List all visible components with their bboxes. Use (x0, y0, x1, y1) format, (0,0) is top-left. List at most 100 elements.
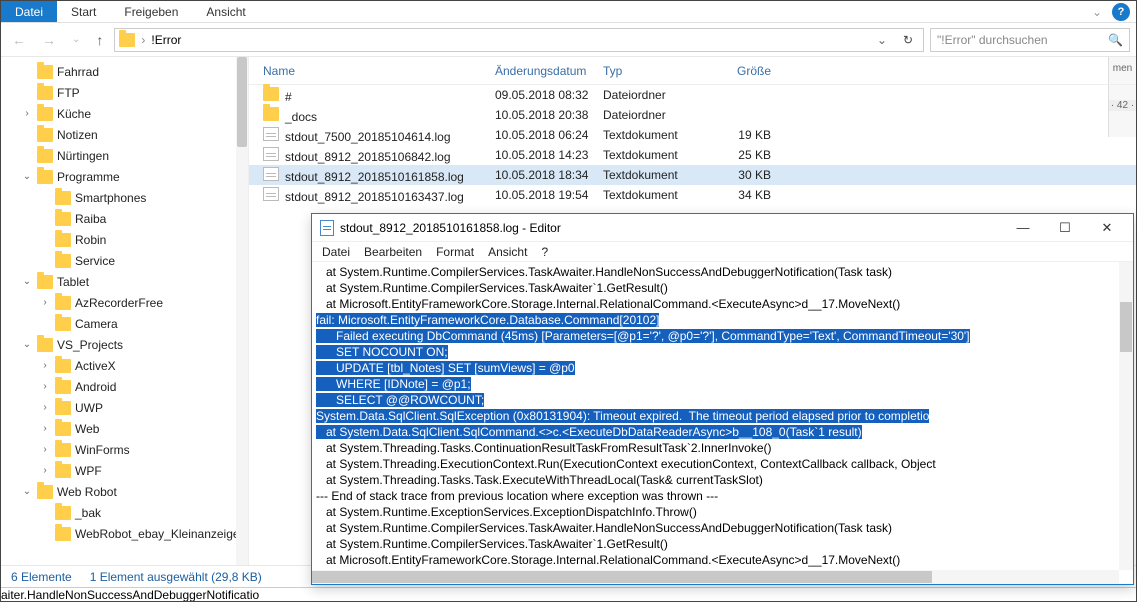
tree-item[interactable]: Notizen (1, 124, 248, 145)
tree-item[interactable]: Fahrrad (1, 61, 248, 82)
log-line: at System.Threading.ExecutionContext.Run… (316, 456, 1129, 472)
breadcrumb-folder[interactable]: !Error (151, 33, 181, 47)
expand-icon[interactable]: ⌄ (21, 171, 33, 182)
col-name[interactable]: Name (263, 64, 495, 78)
tree-item[interactable]: ⌄Tablet (1, 271, 248, 292)
tree-item[interactable]: › WinForms (1, 439, 248, 460)
col-size[interactable]: Größe (711, 64, 771, 78)
tree-item[interactable]: Service (1, 250, 248, 271)
notepad-title: stdout_8912_2018510161858.log - Editor (340, 221, 999, 235)
notepad-menu-item[interactable]: Format (436, 245, 474, 259)
tree-item[interactable]: Camera (1, 313, 248, 334)
file-row[interactable]: stdout_7500_20185104614.log10.05.2018 06… (249, 125, 1136, 145)
nav-recent-icon[interactable]: ⌄ (67, 34, 85, 45)
file-date: 10.05.2018 06:24 (495, 128, 603, 142)
notepad-vscrollbar[interactable] (1119, 262, 1133, 570)
tree-item[interactable]: › Android (1, 376, 248, 397)
notepad-titlebar[interactable]: stdout_8912_2018510161858.log - Editor —… (312, 214, 1133, 242)
file-row[interactable]: _docs10.05.2018 20:38Dateiordner (249, 105, 1136, 125)
tree-item[interactable]: ›AzRecorderFree (1, 292, 248, 313)
tree-item-label: Fahrrad (57, 65, 99, 79)
file-row[interactable]: stdout_8912_2018510161858.log10.05.2018 … (249, 165, 1136, 185)
file-name: # (285, 90, 292, 104)
tree-item[interactable]: ›Web (1, 418, 248, 439)
ribbon-expand-icon[interactable]: ⌄ (1088, 1, 1106, 22)
nav-forward-icon[interactable]: → (37, 32, 61, 48)
file-row[interactable]: #09.05.2018 08:32Dateiordner (249, 85, 1136, 105)
folder-icon (55, 317, 71, 331)
nav-up-icon[interactable]: ↑ (91, 32, 108, 48)
expand-icon[interactable]: › (39, 423, 51, 434)
tree-item[interactable]: ›Küche (1, 103, 248, 124)
log-line: Failed executing DbCommand (45ms) [Param… (316, 328, 1129, 344)
expand-icon[interactable]: › (39, 402, 51, 413)
notepad-menu-item[interactable]: Datei (322, 245, 350, 259)
expand-icon[interactable]: › (21, 108, 33, 119)
help-icon[interactable]: ? (1112, 3, 1130, 21)
notepad-hscrollbar[interactable] (312, 570, 1119, 584)
file-list-header: Name Änderungsdatum Typ Größe (249, 57, 1136, 85)
notepad-menu-item[interactable]: Ansicht (488, 245, 527, 259)
tree-scrollbar[interactable] (236, 57, 248, 565)
refresh-icon[interactable]: ↻ (897, 33, 919, 47)
tree-item[interactable]: ⌄VS_Projects (1, 334, 248, 355)
expand-icon[interactable]: › (39, 444, 51, 455)
file-row[interactable]: stdout_8912_2018510163437.log10.05.2018 … (249, 185, 1136, 205)
tree-item[interactable]: FTP (1, 82, 248, 103)
ribbon-tab-view[interactable]: Ansicht (192, 1, 259, 22)
notepad-text-area[interactable]: at System.Runtime.CompilerServices.TaskA… (312, 262, 1133, 584)
tree-item[interactable]: Raiba (1, 208, 248, 229)
file-row[interactable]: stdout_8912_20185106842.log10.05.2018 14… (249, 145, 1136, 165)
folder-icon (37, 128, 53, 142)
minimize-button[interactable]: — (1005, 217, 1041, 239)
breadcrumb-sep: › (141, 33, 145, 47)
tree-item[interactable]: ⌄ Web Robot (1, 481, 248, 502)
tree-item[interactable]: ›ActiveX (1, 355, 248, 376)
expand-icon[interactable]: ⌄ (21, 276, 33, 287)
expand-icon[interactable]: ⌄ (21, 486, 33, 497)
notepad-menu-item[interactable]: Bearbeiten (364, 245, 422, 259)
address-bar[interactable]: › !Error ⌄ ↻ (114, 28, 924, 52)
expand-icon[interactable]: › (39, 360, 51, 371)
status-selection: 1 Element ausgewählt (29,8 KB) (90, 570, 262, 584)
file-name: stdout_8912_2018510163437.log (285, 190, 464, 204)
expand-icon[interactable]: › (39, 465, 51, 476)
tree-item-label: Android (75, 380, 116, 394)
ribbon-tab-share[interactable]: Freigeben (110, 1, 192, 22)
col-type[interactable]: Typ (603, 64, 711, 78)
ribbon-tab-file[interactable]: Datei (1, 1, 57, 22)
log-line: at System.Data.SqlClient.SqlCommand.<>c.… (316, 424, 1129, 440)
expand-icon[interactable]: ⌄ (21, 339, 33, 350)
col-date[interactable]: Änderungsdatum (495, 64, 603, 78)
file-size: 25 KB (711, 148, 771, 162)
tree-item[interactable]: Nürtingen (1, 145, 248, 166)
maximize-button[interactable]: ☐ (1047, 217, 1083, 239)
tree-item[interactable]: WebRobot_ebay_Kleinanzeigen (1, 523, 248, 544)
tree-item-label: Service (75, 254, 115, 268)
tree-item-label: Web Robot (57, 485, 117, 499)
address-dropdown-icon[interactable]: ⌄ (873, 33, 891, 47)
folder-icon (55, 422, 71, 436)
tree-item-label: Programme (57, 170, 120, 184)
nav-back-icon[interactable]: ← (7, 32, 31, 48)
folder-tree[interactable]: Fahrrad FTP›KücheNotizenNürtingen ⌄ Program… (1, 57, 249, 565)
file-type: Textdokument (603, 168, 711, 182)
file-icon (263, 167, 279, 181)
log-line: UPDATE [tbl_Notes] SET [sumViews] = @p0 (316, 360, 1129, 376)
expand-icon[interactable]: › (39, 381, 51, 392)
tree-item[interactable]: Smartphones (1, 187, 248, 208)
tree-item[interactable]: _bak (1, 502, 248, 523)
notepad-menu-item[interactable]: ? (541, 245, 548, 259)
tree-item-label: _bak (75, 506, 101, 520)
tree-item[interactable]: ⌄ Programme (1, 166, 248, 187)
search-input[interactable]: "!Error" durchsuchen 🔍 (930, 28, 1130, 52)
expand-icon[interactable]: › (39, 297, 51, 308)
log-line: System.Data.SqlClient.SqlException (0x80… (316, 408, 1129, 424)
close-button[interactable]: ✕ (1089, 217, 1125, 239)
tree-item[interactable]: ›UWP (1, 397, 248, 418)
tree-item-label: WinForms (75, 443, 130, 457)
ribbon-tab-start[interactable]: Start (57, 1, 110, 22)
tree-item[interactable]: Robin (1, 229, 248, 250)
status-count: 6 Elemente (11, 570, 72, 584)
tree-item[interactable]: ›WPF (1, 460, 248, 481)
